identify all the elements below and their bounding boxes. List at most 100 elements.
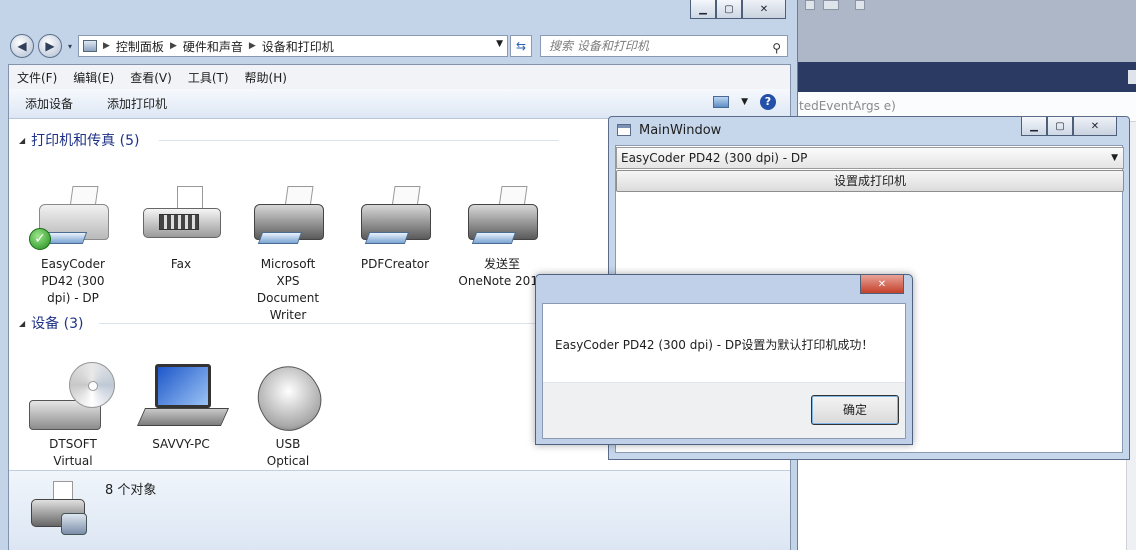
ide-tab[interactable] bbox=[1128, 70, 1136, 84]
window-app-icon bbox=[617, 124, 631, 136]
maximize-icon: ▢ bbox=[1055, 120, 1065, 132]
combobox-arrow-icon[interactable]: ▼ bbox=[1111, 148, 1118, 168]
add-device-button[interactable]: 添加设备 bbox=[25, 95, 73, 112]
set-default-printer-button[interactable]: 设置成打印机 bbox=[616, 170, 1124, 192]
collapse-triangle-icon: ◢ bbox=[19, 318, 26, 328]
search-input[interactable]: 搜索 设备和打印机 ⚲ bbox=[540, 35, 788, 57]
ide-tab-bar bbox=[795, 62, 1136, 92]
group-divider bbox=[159, 140, 559, 141]
message-box-body: EasyCoder PD42 (300 dpi) - DP设置为默认打印机成功！… bbox=[542, 303, 906, 439]
printer-label: PDFCreator bbox=[360, 257, 430, 271]
chevron-down-icon: ▾ bbox=[67, 41, 72, 51]
control-panel-icon bbox=[83, 40, 97, 52]
printer-item-onenote[interactable]: 发送至 OneNote 2010 bbox=[454, 180, 550, 290]
default-check-icon: ✓ bbox=[29, 228, 51, 250]
printer-item-fax[interactable]: Fax bbox=[133, 180, 229, 273]
change-view-icon[interactable] bbox=[713, 96, 730, 108]
back-arrow-icon: ◀ bbox=[17, 39, 27, 53]
command-bar-right: ▼ ? bbox=[713, 94, 776, 110]
search-placeholder: 搜索 设备和打印机 bbox=[549, 39, 649, 53]
forward-arrow-icon: ▶ bbox=[45, 39, 55, 53]
menu-bar: 文件(F) 编辑(E) 查看(V) 工具(T) 帮助(H) bbox=[9, 65, 790, 89]
printer-item-easycoder[interactable]: ✓ EasyCoder PD42 (300 dpi) - DP bbox=[25, 180, 121, 307]
devices-group-header[interactable]: ◢ 设备 (3) bbox=[19, 313, 83, 333]
view-options-dropdown-icon[interactable]: ▼ bbox=[741, 97, 748, 107]
breadcrumb-item[interactable]: 硬件和声音 bbox=[183, 38, 243, 55]
printer-item-xps[interactable]: Microsoft XPS Document Writer bbox=[240, 180, 336, 324]
maximize-button[interactable]: ▢ bbox=[1047, 117, 1073, 136]
address-row: ◀ ▶ ▾ ▶ 控制面板 ▶ 硬件和声音 ▶ 设备和打印机 ▼ ⇆ 搜索 设备和… bbox=[0, 30, 798, 62]
main-window-title: MainWindow bbox=[639, 122, 722, 138]
collapse-triangle-icon: ◢ bbox=[19, 135, 26, 145]
minimize-icon: ▁ bbox=[1030, 120, 1038, 132]
printer-item-pdfcreator[interactable]: PDFCreator bbox=[347, 180, 443, 273]
breadcrumb-separator: ▶ bbox=[169, 41, 177, 51]
device-item-pc[interactable]: SAVVY-PC bbox=[133, 360, 230, 453]
laptop-icon bbox=[133, 360, 230, 432]
message-text: EasyCoder PD42 (300 dpi) - DP设置为默认打印机成功！ bbox=[555, 338, 874, 352]
close-icon: ✕ bbox=[759, 3, 769, 15]
menu-edit[interactable]: 编辑(E) bbox=[73, 69, 114, 86]
device-label: SAVVY-PC bbox=[152, 437, 210, 451]
breadcrumb-separator: ▶ bbox=[248, 41, 256, 51]
ok-button[interactable]: 确定 bbox=[811, 395, 899, 425]
forward-button[interactable]: ▶ bbox=[38, 34, 62, 58]
main-window-controls: ▁ ▢ ✕ bbox=[1021, 117, 1117, 137]
explorer-window-controls: ▁ ▢ ✕ bbox=[690, 0, 786, 20]
printer-label: Fax bbox=[170, 257, 192, 271]
devices-summary-icon bbox=[25, 477, 91, 541]
ide-mini-icon bbox=[805, 0, 815, 10]
minimize-button[interactable]: ▁ bbox=[1021, 117, 1047, 136]
menu-help[interactable]: 帮助(H) bbox=[245, 69, 287, 86]
address-dropdown-icon[interactable]: ▼ bbox=[496, 39, 503, 49]
device-item-mouse[interactable]: USB Optical Mouse bbox=[240, 354, 336, 487]
address-bar[interactable]: ▶ 控制面板 ▶ 硬件和声音 ▶ 设备和打印机 ▼ bbox=[78, 35, 508, 57]
message-box: ✕ EasyCoder PD42 (300 dpi) - DP设置为默认打印机成… bbox=[535, 274, 913, 445]
devices-group-title: 设备 (3) bbox=[31, 316, 84, 332]
refresh-button[interactable]: ⇆ bbox=[510, 35, 532, 57]
add-printer-button[interactable]: 添加打印机 bbox=[107, 95, 167, 112]
refresh-icon: ⇆ bbox=[515, 39, 527, 53]
breadcrumb-item[interactable]: 控制面板 bbox=[116, 38, 164, 55]
mouse-icon bbox=[240, 354, 336, 442]
printer-label: Microsoft XPS Document Writer bbox=[256, 257, 320, 322]
printer-combobox[interactable]: EasyCoder PD42 (300 dpi) - DP ▼ bbox=[616, 147, 1124, 169]
object-count: 8 个对象 bbox=[105, 483, 157, 498]
printer-label: EasyCoder PD42 (300 dpi) - DP bbox=[41, 257, 105, 305]
maximize-icon: ▢ bbox=[724, 3, 734, 15]
message-box-footer: 确定 bbox=[543, 382, 905, 438]
close-button[interactable]: ✕ bbox=[860, 275, 904, 294]
close-button[interactable]: ✕ bbox=[742, 0, 786, 19]
ide-toolbar-area bbox=[795, 0, 1136, 62]
menu-tools[interactable]: 工具(T) bbox=[188, 69, 229, 86]
back-button[interactable]: ◀ bbox=[10, 34, 34, 58]
maximize-button[interactable]: ▢ bbox=[716, 0, 742, 19]
details-pane: 8 个对象 bbox=[9, 470, 790, 550]
printer-icon: ✓ bbox=[25, 180, 121, 252]
breadcrumb-separator: ▶ bbox=[103, 41, 110, 51]
minimize-icon: ▁ bbox=[699, 3, 707, 15]
breadcrumb-item[interactable]: 设备和打印机 bbox=[262, 38, 334, 55]
printer-icon bbox=[454, 180, 550, 252]
message-box-controls: ✕ bbox=[860, 275, 904, 295]
minimize-button[interactable]: ▁ bbox=[690, 0, 716, 19]
printer-combobox-value: EasyCoder PD42 (300 dpi) - DP bbox=[621, 151, 808, 165]
command-bar: 添加设备 添加打印机 ▼ ? bbox=[9, 89, 790, 119]
printer-icon bbox=[240, 180, 336, 252]
ide-code-text: tedEventArgs e) bbox=[799, 99, 896, 113]
menu-view[interactable]: 查看(V) bbox=[130, 69, 172, 86]
printers-group-title: 打印机和传真 (5) bbox=[31, 133, 140, 149]
help-icon[interactable]: ? bbox=[760, 94, 776, 110]
search-icon[interactable]: ⚲ bbox=[772, 38, 781, 58]
printers-group-header[interactable]: ◢ 打印机和传真 (5) bbox=[19, 130, 139, 150]
fax-icon bbox=[133, 180, 229, 252]
close-icon: ✕ bbox=[1090, 120, 1100, 132]
recent-pages-button[interactable]: ▾ bbox=[64, 34, 76, 58]
printer-icon bbox=[347, 180, 443, 252]
close-icon: ✕ bbox=[877, 278, 887, 290]
ide-mini-icon bbox=[855, 0, 865, 10]
menu-file[interactable]: 文件(F) bbox=[17, 69, 57, 86]
group-divider bbox=[99, 323, 559, 324]
close-button[interactable]: ✕ bbox=[1073, 117, 1117, 136]
cdrom-icon bbox=[25, 360, 121, 432]
